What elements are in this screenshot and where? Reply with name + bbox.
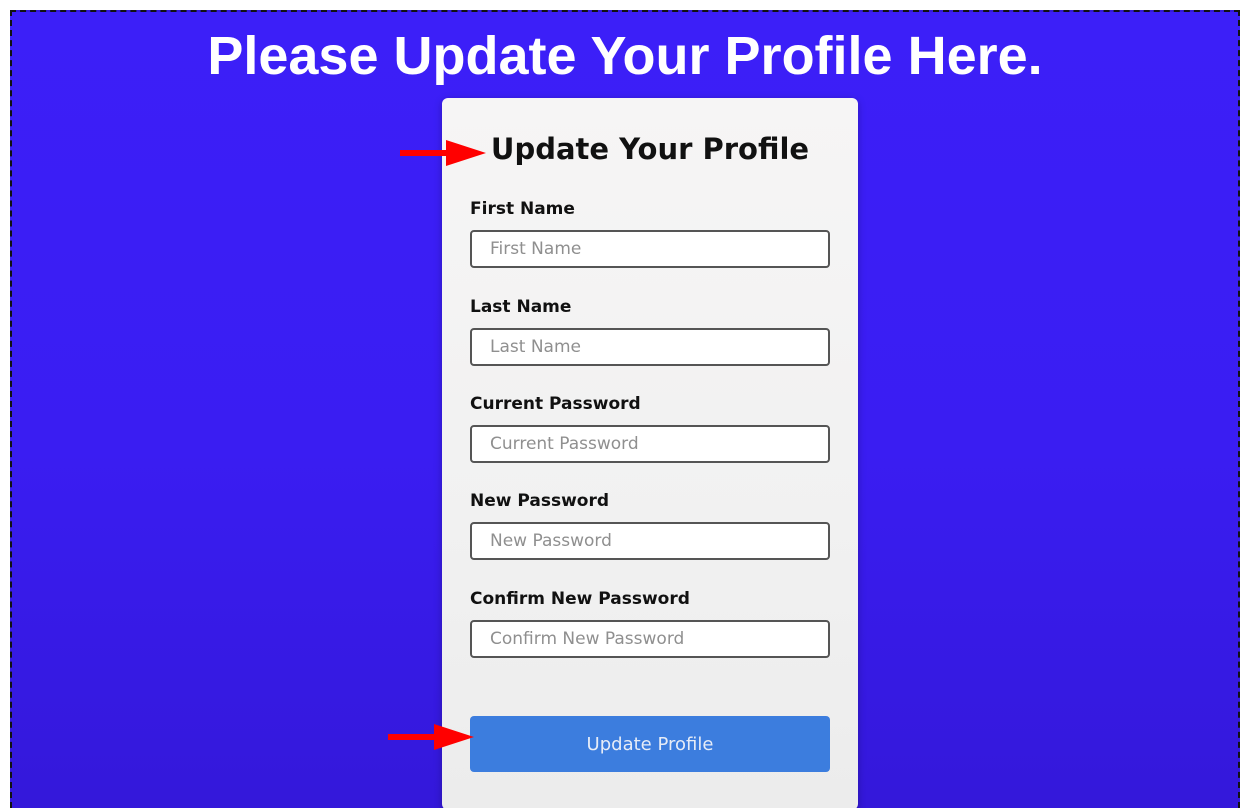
last-name-label: Last Name [470, 297, 572, 317]
page-title: Please Update Your Profile Here. [207, 26, 1043, 86]
new-password-input[interactable] [470, 522, 830, 560]
new-password-label: New Password [470, 491, 610, 511]
update-profile-button[interactable]: Update Profile [470, 716, 830, 772]
red-arrow-icon [388, 724, 474, 750]
confirm-new-password-label: Confirm New Password [470, 589, 690, 609]
form-title: Update Your Profile [490, 132, 810, 166]
page-frame: Please Update Your Profile Here. Update … [10, 10, 1240, 808]
current-password-input[interactable] [470, 425, 830, 463]
first-name-input[interactable] [470, 230, 830, 268]
last-name-input[interactable] [470, 328, 830, 366]
confirm-new-password-input[interactable] [470, 620, 830, 658]
red-arrow-icon [400, 140, 486, 166]
first-name-label: First Name [470, 199, 575, 219]
current-password-label: Current Password [470, 394, 641, 414]
profile-form-card: Update Your Profile First Name Last Name… [442, 98, 858, 808]
